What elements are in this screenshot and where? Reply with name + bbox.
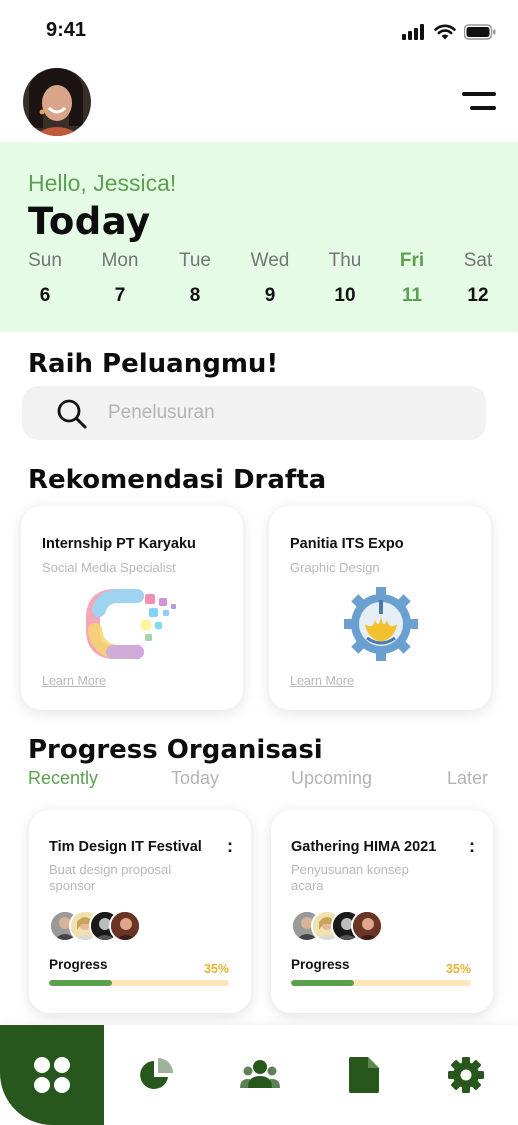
day-number: 11: [401, 285, 423, 306]
pie-chart-icon: [140, 1058, 173, 1089]
nav-people[interactable]: [208, 1025, 312, 1125]
day-number: 10: [334, 285, 356, 306]
day-name: Sun: [28, 250, 62, 271]
day-number: 12: [467, 285, 489, 306]
learn-more-link[interactable]: Learn More: [290, 674, 354, 688]
wifi-icon: [434, 24, 456, 40]
progress-card[interactable]: Tim Design IT Festival : Buat design pro…: [29, 810, 251, 1013]
tab-recently[interactable]: Recently: [28, 768, 98, 789]
day-fri-selected[interactable]: Fri 11: [377, 250, 447, 307]
member-avatars: [291, 910, 421, 942]
today-panel: Hello, Jessica! Today Sun 6 Mon 7 Tue 8 …: [0, 142, 518, 332]
document-icon: [349, 1057, 379, 1093]
day-thu[interactable]: Thu 10: [310, 250, 380, 307]
menu-line-bottom: [470, 106, 496, 110]
tab-later[interactable]: Later: [447, 768, 488, 789]
day-number: 9: [264, 285, 276, 306]
rec-card-title: Panitia ITS Expo: [290, 536, 404, 552]
day-number: 8: [189, 285, 201, 306]
day-sun[interactable]: Sun 6: [10, 250, 80, 307]
progress-card-title: Tim Design IT Festival: [49, 839, 202, 855]
nav-stats[interactable]: [104, 1025, 208, 1125]
progress-tabs: Recently Today Upcoming Later: [0, 768, 518, 794]
nav-settings[interactable]: [414, 1025, 518, 1125]
battery-icon: [464, 24, 496, 40]
profile-avatar[interactable]: [23, 68, 91, 136]
day-number: 7: [114, 285, 126, 306]
bottom-navigation: [0, 1025, 518, 1125]
day-name: Mon: [101, 250, 139, 271]
status-icons: [402, 24, 496, 40]
home-grid-icon: [34, 1057, 70, 1093]
profile-photo: [23, 68, 91, 136]
today-title: Today: [28, 200, 151, 243]
day-mon[interactable]: Mon 7: [85, 250, 155, 307]
settings-gear-icon: [448, 1057, 484, 1093]
progress-section-title: Progress Organisasi: [28, 735, 323, 765]
progress-card-title: Gathering HIMA 2021: [291, 839, 437, 855]
day-name: Tue: [178, 250, 212, 271]
day-name: Fri: [399, 250, 425, 271]
menu-button[interactable]: [458, 90, 496, 114]
progress-card-description: Penyusunan konsep acara: [291, 862, 409, 893]
day-number: 6: [39, 285, 51, 306]
search-placeholder: Penelusuran: [108, 402, 215, 423]
more-options-icon[interactable]: :: [227, 836, 233, 857]
progress-percent: 35%: [203, 962, 229, 976]
member-avatar: [351, 910, 383, 942]
nav-home[interactable]: [0, 1025, 104, 1125]
day-name: Sat: [463, 250, 493, 271]
rec-card-subtitle: Graphic Design: [290, 560, 380, 575]
member-avatar: [109, 910, 141, 942]
day-wed[interactable]: Wed 9: [235, 250, 305, 307]
search-input[interactable]: Penelusuran: [22, 386, 486, 440]
search-icon: [57, 399, 87, 429]
progress-bar-fill: [49, 980, 112, 986]
recommendation-card[interactable]: Internship PT Karyaku Social Media Speci…: [21, 506, 243, 710]
recommendation-card[interactable]: Panitia ITS Expo Graphic Design Learn Mo…: [269, 506, 491, 710]
progress-bar: [291, 980, 471, 986]
tab-upcoming[interactable]: Upcoming: [291, 768, 372, 789]
recommendations-title: Rekomendasi Drafta: [28, 465, 327, 495]
karyaku-logo-icon: [86, 589, 176, 659]
status-time: 9:41: [46, 19, 87, 41]
day-name: Wed: [250, 250, 290, 271]
progress-label: Progress: [291, 957, 350, 972]
learn-more-link[interactable]: Learn More: [42, 674, 106, 688]
progress-card[interactable]: Gathering HIMA 2021 : Penyusunan konsep …: [271, 810, 493, 1013]
progress-label: Progress: [49, 957, 108, 972]
nav-documents[interactable]: [312, 1025, 416, 1125]
member-avatars: [49, 910, 179, 942]
progress-bar-fill: [291, 980, 354, 986]
progress-bar: [49, 980, 229, 986]
rec-card-title: Internship PT Karyaku: [42, 536, 196, 552]
status-bar: 9:41: [0, 0, 518, 60]
search-section-title: Raih Peluangmu!: [28, 349, 279, 379]
day-sat[interactable]: Sat 12: [443, 250, 513, 307]
tab-today[interactable]: Today: [171, 768, 219, 789]
more-options-icon[interactable]: :: [469, 836, 475, 857]
greeting-text: Hello, Jessica!: [28, 170, 177, 196]
week-day-picker: Sun 6 Mon 7 Tue 8 Wed 9 Thu 10 Fri 11 Sa…: [0, 250, 518, 320]
its-logo-icon: [344, 587, 418, 661]
progress-card-description: Buat design proposal sponsor: [49, 862, 172, 893]
menu-line-top: [462, 92, 496, 96]
rec-card-subtitle: Social Media Specialist: [42, 560, 176, 575]
day-tue[interactable]: Tue 8: [160, 250, 230, 307]
signal-icon: [402, 24, 424, 40]
progress-percent: 35%: [445, 962, 471, 976]
day-name: Thu: [328, 250, 362, 271]
people-icon: [240, 1060, 280, 1088]
